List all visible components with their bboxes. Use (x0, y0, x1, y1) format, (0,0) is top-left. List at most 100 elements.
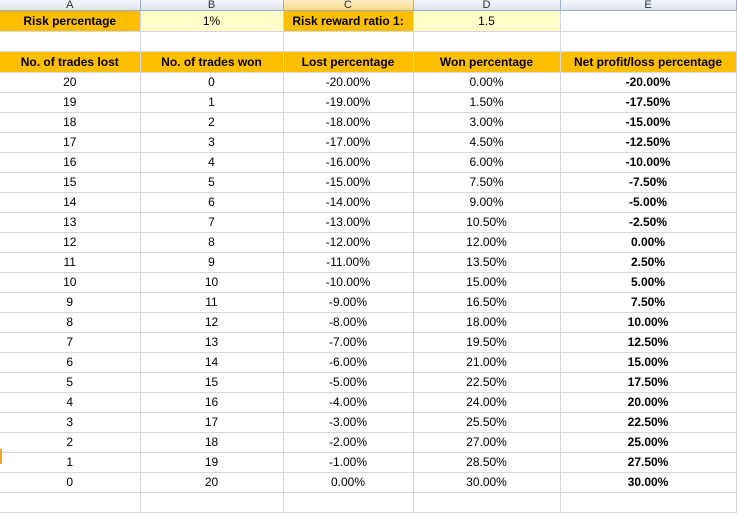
empty-cell[interactable] (140, 31, 284, 52)
lost-percentage-cell[interactable]: -17.00% (283, 132, 414, 153)
lost-percentage-cell[interactable]: -18.00% (283, 112, 414, 133)
trades-lost-cell[interactable]: 6 (0, 352, 141, 373)
header-won-percentage[interactable]: Won percentage (413, 51, 561, 73)
trades-lost-cell[interactable]: 3 (0, 412, 141, 433)
trades-lost-cell[interactable]: 4 (0, 392, 141, 413)
net-percentage-cell[interactable]: -20.00% (560, 72, 737, 93)
won-percentage-cell[interactable]: 10.50% (413, 212, 561, 233)
lost-percentage-cell[interactable]: -15.00% (283, 172, 414, 193)
header-lost-percentage[interactable]: Lost percentage (283, 51, 414, 73)
lost-percentage-cell[interactable]: -5.00% (283, 372, 414, 393)
trades-won-cell[interactable]: 5 (140, 172, 284, 193)
trades-lost-cell[interactable]: 9 (0, 292, 141, 313)
trades-won-cell[interactable]: 0 (140, 72, 284, 93)
trades-won-cell[interactable]: 18 (140, 432, 284, 453)
lost-percentage-cell[interactable]: -7.00% (283, 332, 414, 353)
trades-won-cell[interactable]: 13 (140, 332, 284, 353)
won-percentage-cell[interactable]: 0.00% (413, 72, 561, 93)
trades-won-cell[interactable]: 6 (140, 192, 284, 213)
trades-lost-cell[interactable]: 19 (0, 92, 141, 113)
header-trades-lost[interactable]: No. of trades lost (0, 51, 141, 73)
won-percentage-cell[interactable]: 22.50% (413, 372, 561, 393)
column-header-a[interactable]: A (0, 0, 141, 11)
won-percentage-cell[interactable]: 6.00% (413, 152, 561, 173)
net-percentage-cell[interactable]: 17.50% (560, 372, 737, 393)
trades-won-cell[interactable]: 12 (140, 312, 284, 333)
net-percentage-cell[interactable]: 10.00% (560, 312, 737, 333)
trades-lost-cell[interactable]: 2 (0, 432, 141, 453)
column-header-d[interactable]: D (413, 0, 561, 11)
won-percentage-cell[interactable]: 27.00% (413, 432, 561, 453)
won-percentage-cell[interactable]: 21.00% (413, 352, 561, 373)
empty-cell[interactable] (560, 492, 737, 513)
lost-percentage-cell[interactable]: -11.00% (283, 252, 414, 273)
risk-percentage-label[interactable]: Risk percentage (0, 10, 141, 32)
lost-percentage-cell[interactable]: -10.00% (283, 272, 414, 293)
won-percentage-cell[interactable]: 19.50% (413, 332, 561, 353)
trades-lost-cell[interactable]: 12 (0, 232, 141, 253)
net-percentage-cell[interactable]: 25.00% (560, 432, 737, 453)
empty-cell[interactable] (560, 31, 737, 52)
net-percentage-cell[interactable]: 20.00% (560, 392, 737, 413)
lost-percentage-cell[interactable]: -2.00% (283, 432, 414, 453)
net-percentage-cell[interactable]: -7.50% (560, 172, 737, 193)
won-percentage-cell[interactable]: 28.50% (413, 452, 561, 473)
net-percentage-cell[interactable]: 0.00% (560, 232, 737, 253)
won-percentage-cell[interactable]: 7.50% (413, 172, 561, 193)
lost-percentage-cell[interactable]: -3.00% (283, 412, 414, 433)
empty-cell[interactable] (560, 10, 737, 32)
trades-lost-cell[interactable]: 0 (0, 472, 141, 493)
lost-percentage-cell[interactable]: -9.00% (283, 292, 414, 313)
net-percentage-cell[interactable]: 30.00% (560, 472, 737, 493)
lost-percentage-cell[interactable]: -12.00% (283, 232, 414, 253)
trades-won-cell[interactable]: 8 (140, 232, 284, 253)
trades-lost-cell[interactable]: 13 (0, 212, 141, 233)
net-percentage-cell[interactable]: 15.00% (560, 352, 737, 373)
trades-lost-cell[interactable]: 15 (0, 172, 141, 193)
trades-won-cell[interactable]: 3 (140, 132, 284, 153)
lost-percentage-cell[interactable]: -13.00% (283, 212, 414, 233)
trades-lost-cell[interactable]: 14 (0, 192, 141, 213)
trades-won-cell[interactable]: 20 (140, 472, 284, 493)
lost-percentage-cell[interactable]: -6.00% (283, 352, 414, 373)
header-trades-won[interactable]: No. of trades won (140, 51, 284, 73)
empty-cell[interactable] (283, 492, 414, 513)
empty-cell[interactable] (0, 492, 141, 513)
column-header-e[interactable]: E (560, 0, 737, 11)
trades-lost-cell[interactable]: 8 (0, 312, 141, 333)
won-percentage-cell[interactable]: 25.50% (413, 412, 561, 433)
trades-won-cell[interactable]: 15 (140, 372, 284, 393)
won-percentage-cell[interactable]: 15.00% (413, 272, 561, 293)
lost-percentage-cell[interactable]: -14.00% (283, 192, 414, 213)
trades-won-cell[interactable]: 7 (140, 212, 284, 233)
trades-won-cell[interactable]: 2 (140, 112, 284, 133)
net-percentage-cell[interactable]: -15.00% (560, 112, 737, 133)
won-percentage-cell[interactable]: 24.00% (413, 392, 561, 413)
won-percentage-cell[interactable]: 12.00% (413, 232, 561, 253)
trades-won-cell[interactable]: 11 (140, 292, 284, 313)
empty-cell[interactable] (413, 31, 561, 52)
net-percentage-cell[interactable]: -2.50% (560, 212, 737, 233)
lost-percentage-cell[interactable]: -8.00% (283, 312, 414, 333)
trades-won-cell[interactable]: 4 (140, 152, 284, 173)
net-percentage-cell[interactable]: 2.50% (560, 252, 737, 273)
column-header-b[interactable]: B (140, 0, 284, 11)
won-percentage-cell[interactable]: 1.50% (413, 92, 561, 113)
trades-lost-cell[interactable]: 11 (0, 252, 141, 273)
header-net-percentage[interactable]: Net profit/loss percentage (560, 51, 737, 73)
trades-lost-cell[interactable]: 16 (0, 152, 141, 173)
empty-cell[interactable] (413, 492, 561, 513)
won-percentage-cell[interactable]: 30.00% (413, 472, 561, 493)
lost-percentage-cell[interactable]: 0.00% (283, 472, 414, 493)
trades-won-cell[interactable]: 17 (140, 412, 284, 433)
trades-won-cell[interactable]: 14 (140, 352, 284, 373)
net-percentage-cell[interactable]: -5.00% (560, 192, 737, 213)
lost-percentage-cell[interactable]: -20.00% (283, 72, 414, 93)
won-percentage-cell[interactable]: 9.00% (413, 192, 561, 213)
trades-lost-cell[interactable]: 7 (0, 332, 141, 353)
lost-percentage-cell[interactable]: -1.00% (283, 452, 414, 473)
risk-reward-label[interactable]: Risk reward ratio 1: (283, 10, 414, 32)
won-percentage-cell[interactable]: 16.50% (413, 292, 561, 313)
empty-cell[interactable] (140, 492, 284, 513)
trades-lost-cell[interactable]: 18 (0, 112, 141, 133)
